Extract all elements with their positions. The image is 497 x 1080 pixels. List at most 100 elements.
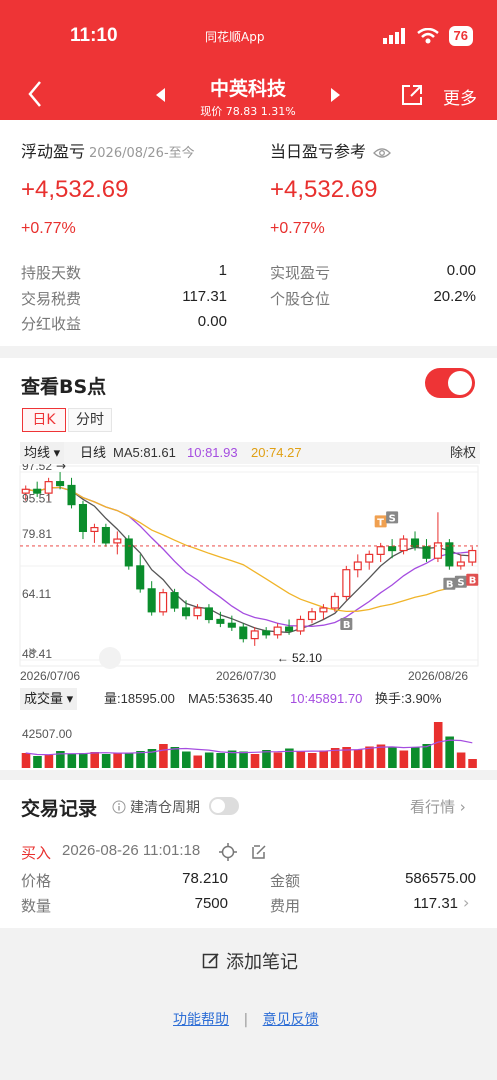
tax-value: 117.31 xyxy=(182,288,227,305)
more-button[interactable]: 更多 xyxy=(443,84,477,109)
volume-bar xyxy=(445,736,454,768)
fullscreen-icon[interactable] xyxy=(99,647,121,669)
pnl-card: 浮动盈亏 2026/08/26-至今 +4,532.69 +0.77% 当日盈亏参… xyxy=(0,120,497,346)
tab-intraday[interactable]: 分时 xyxy=(68,408,112,432)
status-app-label: 同花顺App xyxy=(205,30,265,44)
edit-icon[interactable] xyxy=(251,844,267,860)
volume-row: 成交量 ▾ 量:18595.00 MA5:53635.40 10:45891.7… xyxy=(20,688,480,710)
today-pnl-value: +4,532.69 xyxy=(270,176,378,203)
buy-tag: 买入 xyxy=(21,844,52,862)
candle-body xyxy=(319,607,328,613)
float-pnl-label: 浮动盈亏 xyxy=(21,142,86,161)
candle-body xyxy=(159,592,168,613)
volume-bar xyxy=(33,756,42,768)
bs-chart-card: 查看BS点 日K 分时 均线 ▾ 日线 MA5:81.61 10:81.93 2… xyxy=(0,358,497,770)
trade-title: 交易记录 xyxy=(21,798,98,820)
view-market-link[interactable]: 看行情 › xyxy=(410,796,466,817)
stock-title: 中英科技 现价 78.83 1.31% xyxy=(148,74,348,119)
y-axis-label: 79.81 xyxy=(22,527,52,541)
expand-arrows-icon[interactable]: » xyxy=(28,641,38,660)
volume-bar xyxy=(170,747,180,768)
y-axis-label: 95.51 xyxy=(22,492,52,506)
candle-body xyxy=(456,561,465,567)
adjust-label[interactable]: 除权 xyxy=(450,442,476,464)
candle-body xyxy=(67,484,76,506)
bs-marker-text: B xyxy=(343,620,351,631)
volume-bar xyxy=(182,751,191,768)
volume-bar xyxy=(193,755,203,768)
qty-value: 7500 xyxy=(194,895,228,912)
status-icons: 76 xyxy=(382,26,473,46)
locate-icon[interactable] xyxy=(219,843,237,861)
dividend-value: 0.00 xyxy=(197,313,227,330)
candle-body xyxy=(56,481,65,487)
float-pnl: 浮动盈亏 2026/08/26-至今 +4,532.69 +0.77% xyxy=(21,138,236,238)
candle-body xyxy=(262,630,271,636)
volume-bar xyxy=(90,752,100,768)
volume-bar xyxy=(307,753,317,768)
trade-hint-label: 建清仓周期 xyxy=(130,800,200,816)
candle-body xyxy=(136,565,145,590)
battery-icon: 76 xyxy=(448,26,473,46)
eye-icon[interactable] xyxy=(373,147,392,159)
ma-select[interactable]: 均线 ▾ xyxy=(20,442,65,464)
signal-icon xyxy=(382,28,405,44)
candle-body xyxy=(147,588,156,613)
header-bar: 11:10 同花顺App 76 中英科技 现价 78.83 1.31% 更多 xyxy=(0,0,497,120)
realized-value: 0.00 xyxy=(446,262,476,279)
ma-row: 均线 ▾ 日线 MA5:81.61 10:81.93 20:74.27 除权 xyxy=(20,442,480,464)
amount-value: 586575.00 xyxy=(405,870,476,887)
candle-body xyxy=(422,546,431,559)
add-note-button[interactable]: 添加笔记 xyxy=(202,948,298,974)
volume-bar xyxy=(468,759,477,768)
fee-chevron-icon[interactable]: › xyxy=(463,893,469,912)
volume-bar xyxy=(159,744,168,768)
candle-body xyxy=(90,526,99,533)
price-value: 78.210 xyxy=(182,870,228,887)
today-pnl-pct: +0.77% xyxy=(270,220,325,237)
candle-body xyxy=(113,538,122,544)
help-link[interactable]: 功能帮助 xyxy=(173,1012,229,1028)
volume-bar xyxy=(78,753,88,768)
bs-marker-text: B xyxy=(446,580,454,591)
back-icon[interactable] xyxy=(22,78,50,110)
volume-bar xyxy=(136,751,145,768)
candle-body xyxy=(78,504,88,533)
volume-bar xyxy=(262,750,271,768)
float-pnl-value: +4,532.69 xyxy=(21,176,129,203)
stock-price-line: 现价 78.83 1.31% xyxy=(200,105,296,118)
bs-toggle[interactable] xyxy=(425,368,475,398)
hold-days-label: 持股天数 xyxy=(21,264,82,282)
candle-body xyxy=(296,618,305,632)
volume-bar xyxy=(353,749,363,768)
volume-axis-label: 42507.00 xyxy=(22,727,72,741)
share-icon[interactable] xyxy=(400,83,424,107)
ma-type: 日线 xyxy=(80,445,107,460)
tab-day-k[interactable]: 日K xyxy=(22,408,66,432)
bs-marker-text: B xyxy=(469,576,477,587)
dividend-label: 分红收益 xyxy=(21,315,82,333)
fee-value: 117.31 xyxy=(413,895,458,912)
candle-body xyxy=(204,607,213,621)
fee-label: 费用 xyxy=(270,897,301,915)
candle-body xyxy=(388,546,397,552)
volume-bar xyxy=(296,751,306,768)
info-icon[interactable] xyxy=(112,800,126,814)
next-stock-icon[interactable] xyxy=(331,88,340,102)
candle-body xyxy=(170,592,179,609)
bs-title: 查看BS点 xyxy=(21,376,107,398)
turnover: 换手:3.90% xyxy=(375,691,442,706)
ma5-line xyxy=(25,486,473,634)
volume-ma10: 10:45891.70 xyxy=(290,691,363,706)
feedback-link[interactable]: 意见反馈 xyxy=(263,1012,319,1028)
volume-bar xyxy=(456,752,466,768)
price-label: 价格 xyxy=(21,872,52,890)
candlestick-chart[interactable]: 97.5295.5179.8164.1148.41→← 52.10T SBB S B»… xyxy=(0,464,497,688)
volume-select[interactable]: 成交量 ▾ xyxy=(20,688,78,710)
volume-bar xyxy=(376,744,386,768)
volume-bar xyxy=(101,754,111,768)
bs-marker-text: T xyxy=(377,517,384,528)
cycle-toggle[interactable] xyxy=(209,797,239,815)
volume-bar xyxy=(433,722,443,768)
float-pnl-pct: +0.77% xyxy=(21,220,76,237)
